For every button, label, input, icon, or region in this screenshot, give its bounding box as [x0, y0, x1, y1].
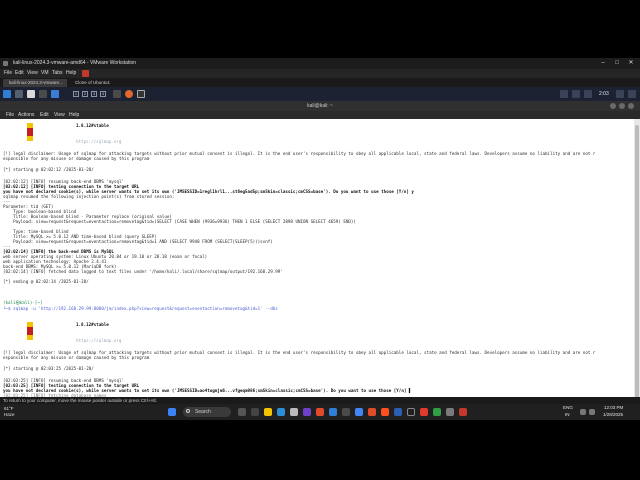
- app-green-icon[interactable]: [433, 408, 441, 416]
- terminal-line: [*] starting @ 02:03:25 /2025-01-28/: [3, 366, 94, 371]
- terminal-line: 1.8.12#stable: [76, 322, 109, 327]
- file-manager-icon[interactable]: [27, 90, 35, 98]
- desktop-icon[interactable]: [15, 90, 23, 98]
- app-dark-icon[interactable]: [342, 408, 350, 416]
- task-view-icon[interactable]: [238, 408, 246, 416]
- menu-tabs[interactable]: Tabs: [52, 69, 63, 78]
- tray-region[interactable]: IN: [565, 411, 570, 419]
- vmware-titlebar: kali-linux-2024.3-vmware-amd64 - VMware …: [0, 58, 640, 69]
- sqlmap-logo-icon: [27, 322, 33, 340]
- app-orange-icon[interactable]: [368, 408, 376, 416]
- minimize-icon[interactable]: –: [596, 58, 610, 69]
- tray-date: 1/28/2025: [603, 412, 624, 417]
- terminal-line: https://sqlmap.org: [76, 139, 122, 144]
- tab-ubuntu-clone[interactable]: Clone of Ubuntu1: [69, 79, 121, 87]
- power-icon[interactable]: [628, 90, 636, 98]
- screen: kali-linux-2024.3-vmware-amd64 - VMware …: [0, 58, 640, 420]
- windows-taskbar: 61°F Haze Search ENG IN 12:03 PM 1/28/20…: [0, 404, 640, 420]
- workspace-3[interactable]: 3: [91, 91, 97, 97]
- notification-icon[interactable]: [584, 90, 592, 98]
- menu-edit[interactable]: Edit: [15, 69, 24, 78]
- terminal-maximize-icon[interactable]: [619, 103, 625, 109]
- brave-icon[interactable]: [381, 408, 389, 416]
- start-icon[interactable]: [168, 408, 176, 416]
- terminal-line: (kali㉿kali)-[~]: [3, 300, 43, 305]
- terminal-line: sqlmap resumed the following injection p…: [3, 194, 175, 199]
- app-icon[interactable]: [251, 408, 259, 416]
- terminal-line: Payload: view=request&request=eventactio…: [3, 239, 273, 244]
- task-terminal-active-icon[interactable]: [137, 90, 145, 98]
- term-menu-actions[interactable]: Actions: [18, 111, 34, 119]
- volume-icon[interactable]: [589, 409, 595, 415]
- search-placeholder: Search: [195, 409, 211, 415]
- menu-file[interactable]: File: [4, 69, 12, 78]
- vmware-menubar: File Edit View VM Tabs Help: [0, 69, 640, 78]
- store-icon[interactable]: [290, 408, 298, 416]
- status-message: To return to your computer, move the mou…: [3, 398, 157, 403]
- app-red2-icon[interactable]: [420, 408, 428, 416]
- browser-icon[interactable]: [51, 90, 59, 98]
- file-explorer-icon[interactable]: [264, 408, 272, 416]
- kali-menu-icon[interactable]: [3, 90, 11, 98]
- taskbar-search[interactable]: Search: [183, 407, 231, 417]
- edge-icon[interactable]: [277, 408, 285, 416]
- pause-vm-icon[interactable]: [82, 70, 89, 77]
- app-red3-icon[interactable]: [459, 408, 467, 416]
- terminal-line: [02:02:14] [INFO] fetched data logged to…: [3, 269, 283, 274]
- search-icon: [186, 409, 190, 413]
- scroll-thumb[interactable]: [635, 125, 639, 407]
- terminal-line: https://sqlmap.org: [76, 338, 122, 343]
- menu-help[interactable]: Help: [66, 69, 76, 78]
- sqlmap-logo-icon: [27, 123, 33, 141]
- word-icon[interactable]: [394, 408, 402, 416]
- terminal-titlebar: kali@kali: ~: [0, 101, 640, 111]
- workspace-2[interactable]: 2: [82, 91, 88, 97]
- terminal-line: [*] ending @ 02:02:14 /2025-01-28/: [3, 279, 89, 284]
- vmware-icon[interactable]: [446, 408, 454, 416]
- terminal-minimize-icon[interactable]: [610, 103, 616, 109]
- term-menu-edit[interactable]: Edit: [40, 111, 49, 119]
- term-menu-view[interactable]: View: [54, 111, 65, 119]
- maximize-icon[interactable]: □: [610, 58, 624, 69]
- terminal-line: └─$ sqlmap -u 'http://192.168.29.99:8080…: [3, 306, 278, 311]
- workspace-1[interactable]: 1: [73, 91, 79, 97]
- tab-kali-vm[interactable]: kali-linux-2024.3-vmware...: [3, 79, 67, 87]
- wifi-icon[interactable]: [580, 409, 586, 415]
- menu-vm[interactable]: VM: [41, 69, 49, 78]
- terminal-line: [*] starting @ 02:02:12 /2025-01-28/: [3, 167, 94, 172]
- task-burp-icon[interactable]: [125, 90, 133, 98]
- weather-widget[interactable]: 61°F Haze: [4, 406, 15, 418]
- terminal-line: 1.8.12#stable: [76, 123, 109, 128]
- terminal-line: esponsible for any misuse or damage caus…: [3, 355, 150, 360]
- vmware-statusbar: To return to your computer, move the mou…: [0, 397, 640, 404]
- kali-clock: 2:03: [599, 91, 609, 97]
- chrome-icon[interactable]: [355, 408, 363, 416]
- terminal-line: Payload: view=request&request=eventactio…: [3, 219, 356, 224]
- term-menu-help[interactable]: Help: [69, 111, 79, 119]
- weather-desc: Haze: [4, 412, 15, 417]
- terminal-app-icon[interactable]: [407, 408, 415, 416]
- network-icon[interactable]: [572, 90, 580, 98]
- terminal-output[interactable]: 1.8.12#stable https://sqlmap.org [!] legal…: [0, 119, 634, 420]
- kali-top-panel: 1 2 3 4 2:03: [0, 87, 640, 101]
- terminal-line: esponsible for any misuse or damage caus…: [3, 156, 150, 161]
- terminal-title: kali@kali: ~: [307, 103, 333, 109]
- lock-icon[interactable]: [616, 90, 624, 98]
- window-title: kali-linux-2024.3-vmware-amd64 - VMware …: [13, 60, 137, 66]
- vmware-logo-icon: [3, 61, 8, 66]
- app-purple-icon[interactable]: [303, 408, 311, 416]
- vmware-tabbar: kali-linux-2024.3-vmware... Clone of Ubu…: [0, 78, 640, 87]
- task-terminal-icon[interactable]: [113, 90, 121, 98]
- terminal-menubar: File Actions Edit View Help: [0, 111, 640, 119]
- workspace-4[interactable]: 4: [100, 91, 106, 97]
- audio-icon[interactable]: [560, 90, 568, 98]
- terminal-icon[interactable]: [39, 90, 47, 98]
- terminal-close-icon[interactable]: [628, 103, 634, 109]
- term-menu-file[interactable]: File: [6, 111, 14, 119]
- app-red-icon[interactable]: [316, 408, 324, 416]
- terminal-scrollbar[interactable]: [634, 119, 640, 420]
- close-icon[interactable]: ✕: [624, 58, 638, 69]
- vscode-icon[interactable]: [329, 408, 337, 416]
- menu-view[interactable]: View: [27, 69, 38, 78]
